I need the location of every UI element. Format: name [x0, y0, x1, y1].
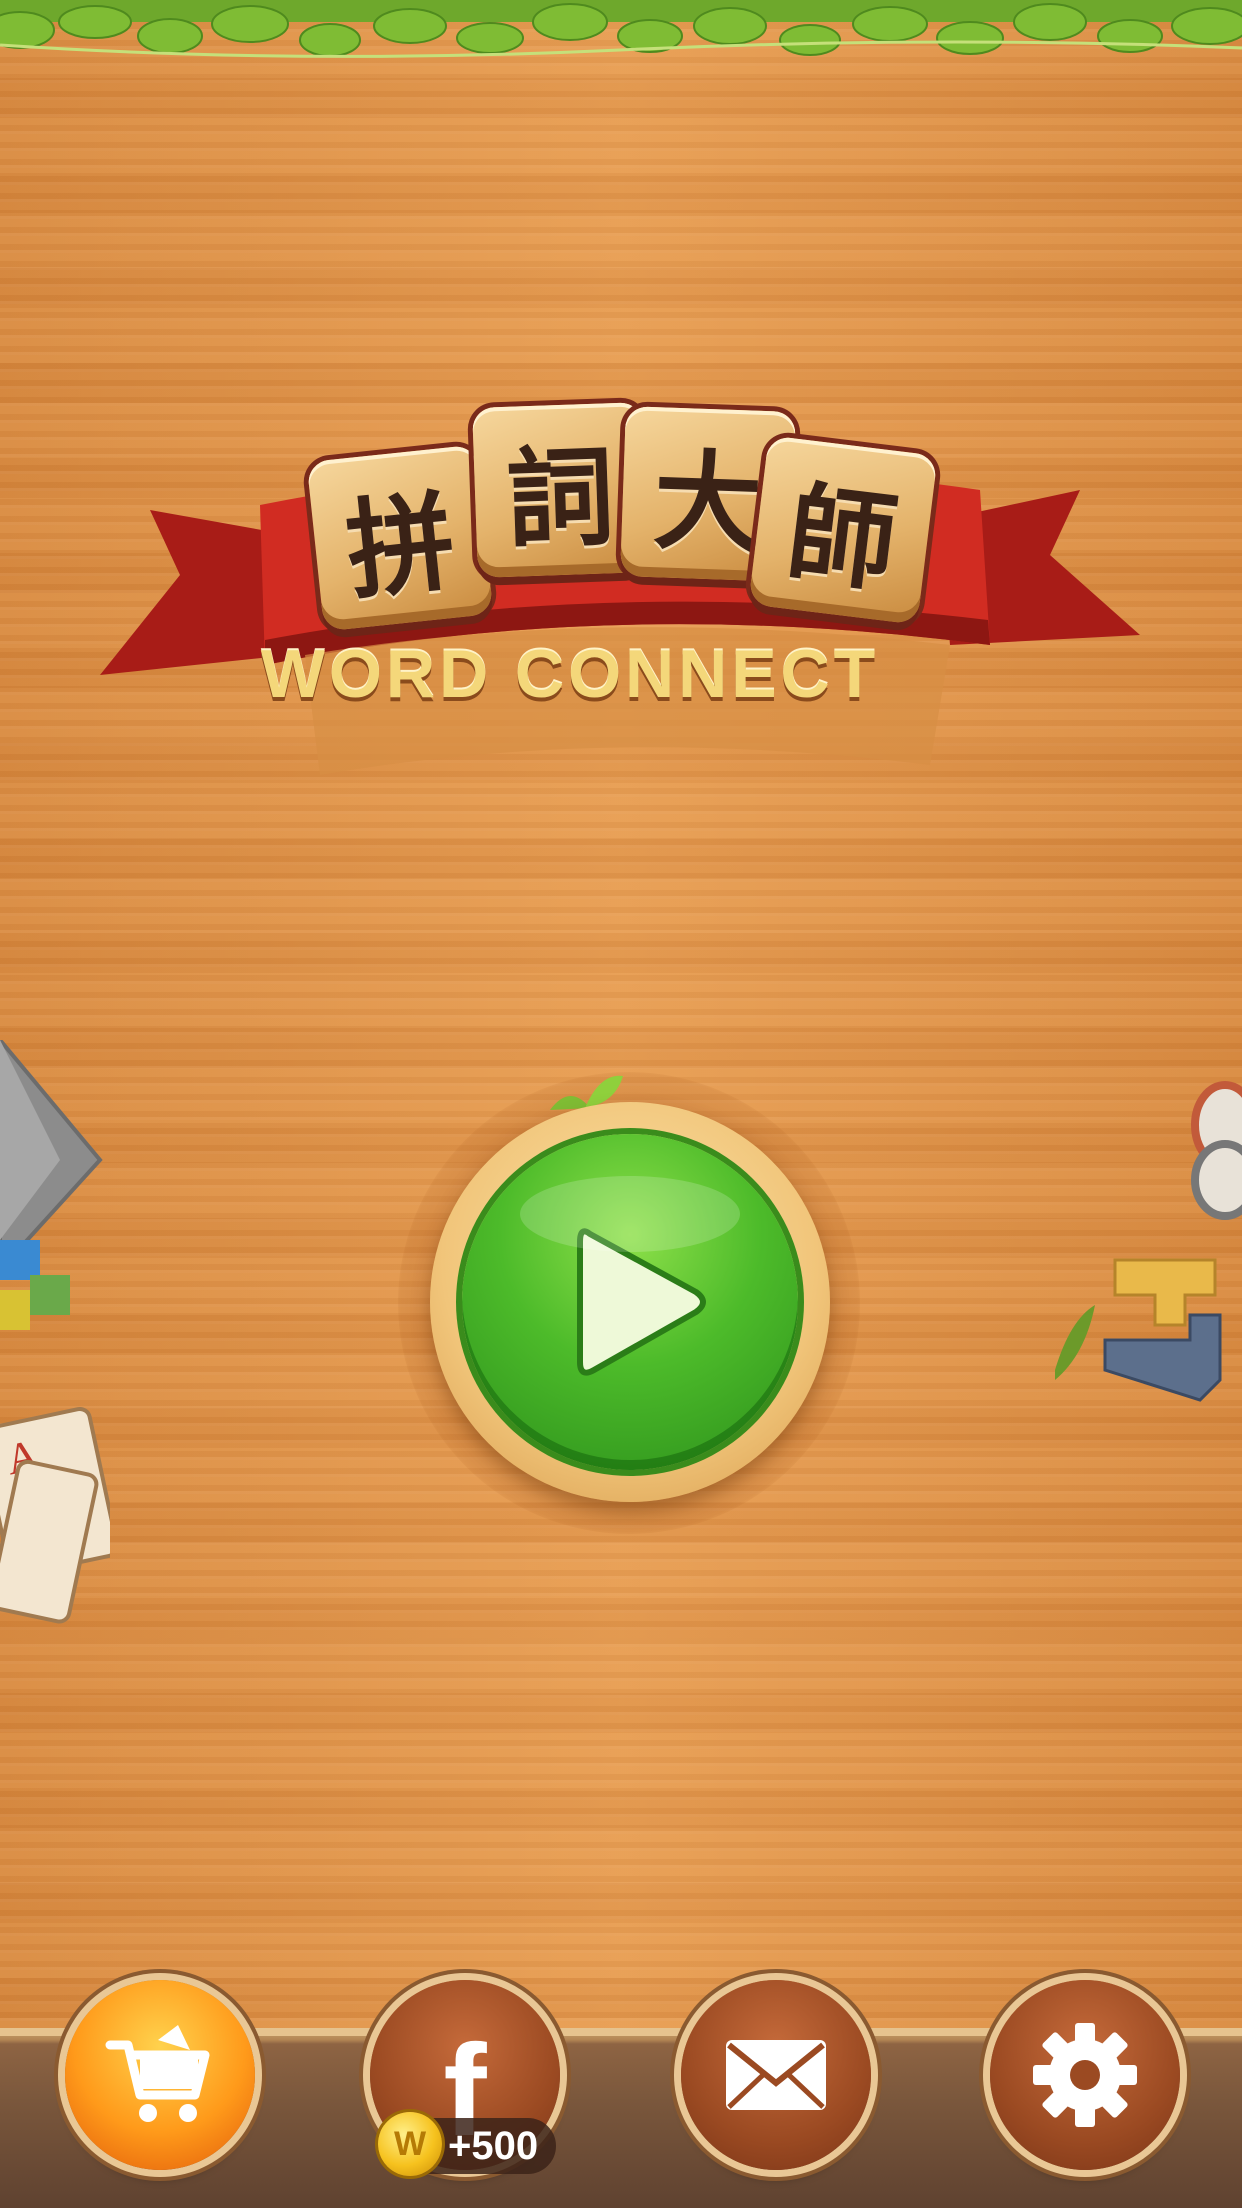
- side-decoration-left: A: [0, 1040, 110, 1624]
- coin-icon: W: [378, 2112, 442, 2176]
- logo-tile-1: 拼: [306, 444, 494, 632]
- envelope-icon: [726, 2040, 826, 2110]
- gear-icon: [1033, 2023, 1137, 2127]
- play-button[interactable]: [462, 1134, 798, 1470]
- game-logo: 拼 詞 大 師: [90, 395, 1150, 795]
- coin-letter: W: [393, 2124, 427, 2163]
- facebook-reward-amount: +500: [448, 2123, 539, 2168]
- mail-button[interactable]: [681, 1980, 871, 2170]
- side-decoration-right: [1055, 1081, 1242, 1402]
- leaf-border-decoration: [0, 0, 1242, 58]
- settings-button[interactable]: [990, 1980, 1180, 2170]
- logo-subtitle: WORD CONNECT: [260, 636, 880, 712]
- logo-tile-4: 師: [748, 435, 938, 625]
- shop-button[interactable]: [65, 1980, 255, 2170]
- shopping-cart-icon: [105, 2025, 210, 2122]
- play-icon: [520, 1176, 740, 1376]
